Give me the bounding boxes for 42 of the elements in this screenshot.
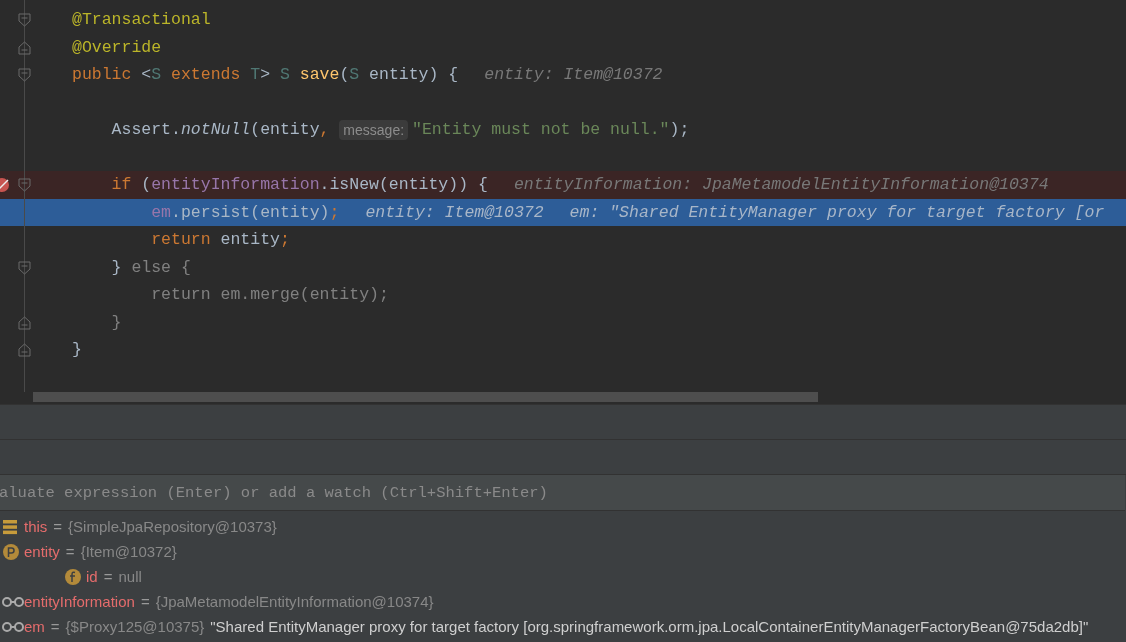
- code-text: return em.merge(entity);: [150, 285, 389, 305]
- code-text: public <S extends T> S save(S entity) {: [72, 65, 459, 85]
- inline-debug-value: entityInformation: JpaMetamodelEntityInformation@10374: [513, 175, 1049, 195]
- fold-marker-icon[interactable]: [18, 343, 31, 357]
- stripes-icon: [2, 517, 20, 536]
- fold-marker-icon[interactable]: [18, 260, 31, 275]
- fold-marker-icon[interactable]: [18, 13, 31, 27]
- scrollbar-thumb[interactable]: [33, 392, 818, 402]
- variable-value: {Item@10372}: [80, 543, 177, 560]
- code-text: @Transactional: [72, 10, 211, 30]
- inline-debug-value: entity: Item@10372: [365, 202, 544, 222]
- code-text: }: [110, 312, 122, 332]
- code-text: em.persist(entity);: [150, 202, 340, 222]
- variable-name: id: [86, 568, 98, 585]
- code-text: @Override: [72, 37, 162, 57]
- variable-value: {JpaMetamodelEntityInformation@10374}: [155, 593, 434, 610]
- variable-value: null: [118, 568, 142, 585]
- field-icon: [64, 567, 82, 586]
- equals-sign: =: [50, 618, 60, 635]
- variable-name: entityInformation: [24, 593, 135, 610]
- variable-value: {$Proxy125@10375}: [65, 618, 205, 635]
- variable-name: this: [24, 518, 48, 535]
- evaluate-expression-field[interactable]: aluate expression (Enter) or add a watch (Ctrl+Shift+Enter): [0, 475, 1125, 511]
- fold-marker-icon[interactable]: [18, 40, 31, 55]
- fold-marker-icon[interactable]: [18, 68, 31, 82]
- code-text: Assert.notNull(entity, message: "Entity must not be null.");: [110, 119, 690, 140]
- code-text: return entity;: [150, 230, 290, 250]
- string-value: "Shared EntityManager proxy for target factory [org.springframework.orm.jpa.LocalContainerEntityManagerFactoryBean@75da2db]": [210, 618, 1089, 635]
- code-text: if (entityInformation.isNew(entity)) {: [110, 175, 488, 195]
- fold-marker-icon[interactable]: [18, 315, 31, 330]
- code-text: }: [72, 340, 82, 360]
- fold-marker-icon[interactable]: [18, 178, 31, 192]
- equals-sign: =: [103, 568, 113, 585]
- variable-name: entity: [24, 543, 60, 560]
- equals-sign: =: [53, 518, 63, 535]
- equals-sign: =: [65, 543, 75, 560]
- variable-value: {SimpleJpaRepository@10373}: [68, 518, 277, 535]
- code-text: } else {: [110, 257, 191, 277]
- variable-name: em: [24, 618, 45, 635]
- inline-debug-value: em: "Shared EntityManager proxy for target factory [or: [569, 202, 1105, 222]
- inline-debug-value: entity: Item@10372: [484, 65, 663, 85]
- equals-sign: =: [140, 593, 150, 610]
